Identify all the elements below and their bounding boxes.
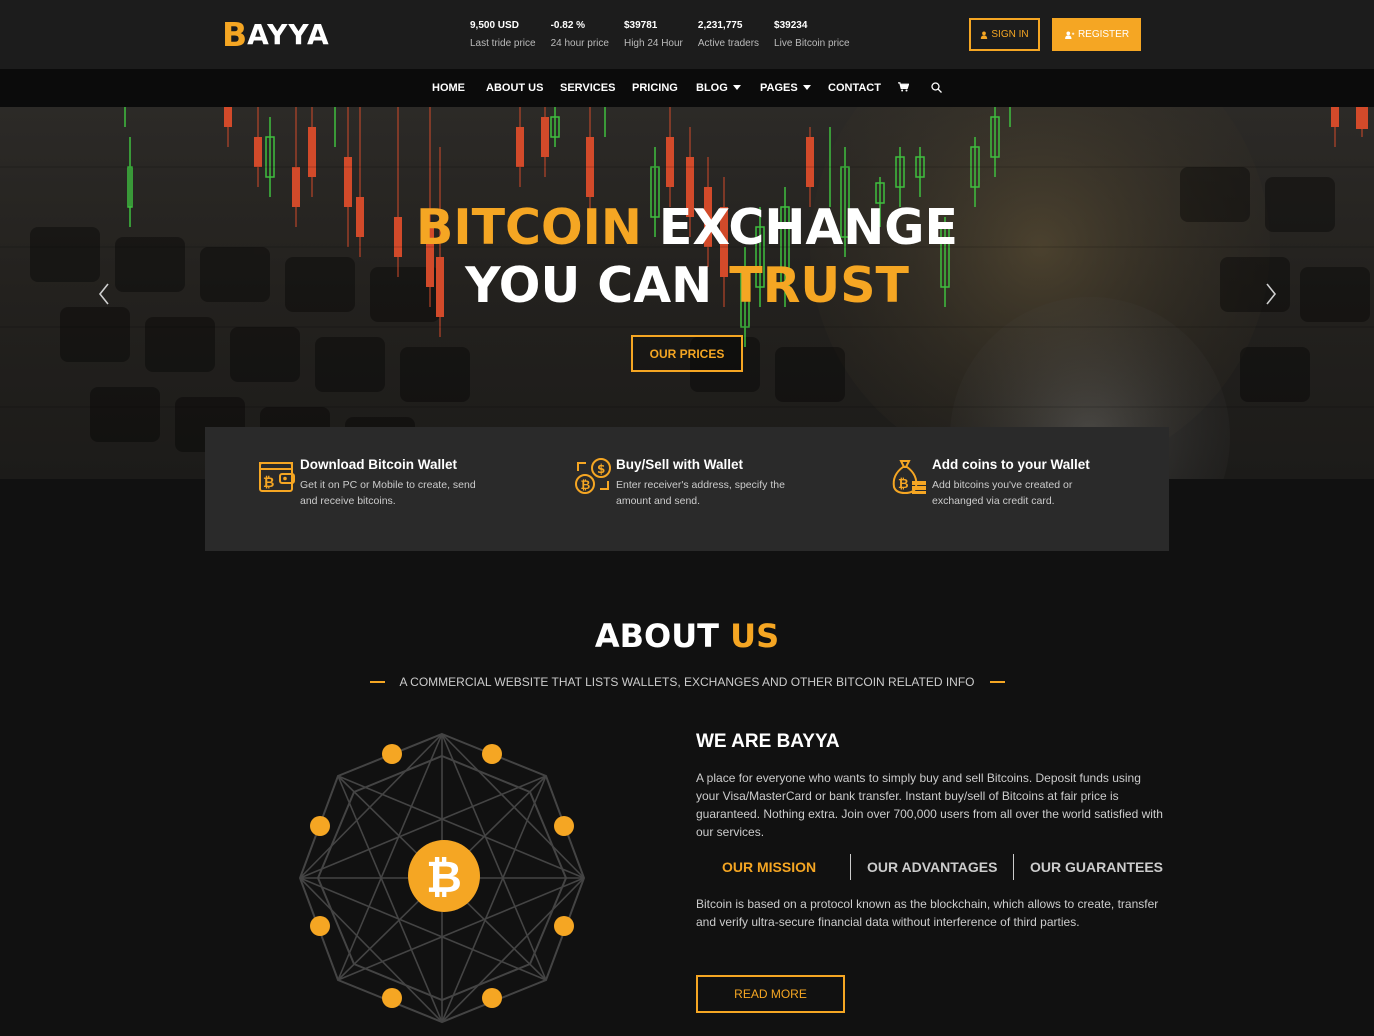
hero-title-line-2: YOU CAN TRUST: [0, 257, 1374, 315]
logo-text: AYYA: [247, 17, 330, 51]
hero-word-trust: TRUST: [729, 257, 909, 314]
svg-text:$: $: [597, 462, 605, 476]
register-button[interactable]: REGISTER: [1052, 18, 1141, 51]
exchange-icon: $ ₿: [575, 458, 611, 494]
we-are-paragraph: A place for everyone who wants to simply…: [696, 771, 1163, 839]
stat-active-traders: 2,231,775 Active traders: [698, 19, 759, 50]
tab-divider: [1013, 854, 1014, 880]
hero-word-bitcoin: BITCOIN: [415, 199, 642, 256]
main-nav: HOME ABOUT US SERVICES PRICING BLOG PAGE…: [0, 69, 1374, 107]
nav-item-about-us[interactable]: ABOUT US: [486, 81, 543, 95]
market-stats: 9,500 USD Last tride price -0.82 % 24 ho…: [470, 19, 865, 50]
caret-down-icon: [802, 85, 811, 90]
nav-item-blog[interactable]: BLOG: [696, 81, 741, 95]
features-panel: ₿ Download Bitcoin Wallet Get it on PC o…: [205, 427, 1169, 551]
svg-text:₿: ₿: [263, 475, 274, 491]
sign-in-button[interactable]: SIGN IN: [969, 18, 1040, 51]
feature-description: Get it on PC or Mobile to create, send a…: [300, 479, 476, 507]
feature-description: Enter receiver's address, specify the am…: [616, 479, 785, 507]
our-prices-button[interactable]: OUR PRICES: [631, 335, 743, 372]
stat-label: Live Bitcoin price: [774, 38, 850, 49]
about-title-orange: US: [730, 617, 780, 655]
stat-value: $39781: [623, 20, 658, 31]
stat-label: Active traders: [697, 38, 760, 49]
nav-item-pages-label: PAGES: [760, 82, 798, 94]
logo-bitcoin-letter: B: [222, 14, 248, 54]
hero-words-you-can: YOU CAN: [465, 257, 713, 314]
read-more-button[interactable]: READ MORE: [696, 975, 845, 1013]
nav-item-pages[interactable]: PAGES: [760, 81, 811, 95]
user-plus-icon: [1065, 31, 1075, 39]
subtitle-dash-right: [989, 681, 1005, 683]
stat-24h-change: -0.82 % 24 hour price: [551, 19, 609, 50]
tab-our-advantages[interactable]: OUR ADVANTAGES: [867, 859, 997, 875]
stat-label: 24 hour price: [550, 38, 609, 49]
stat-value: $39234: [774, 20, 808, 31]
stat-last-price: 9,500 USD Last tride price: [470, 19, 536, 50]
wallet-icon: ₿: [259, 462, 295, 492]
stat-value: 2,231,775: [697, 20, 743, 31]
user-icon: [981, 31, 988, 39]
logo[interactable]: B AYYA: [222, 16, 330, 52]
about-subtitle-text: A COMMERCIAL WEBSITE THAT LISTS WALLETS,…: [399, 675, 975, 689]
feature-description: Add bitcoins you've created or exchanged…: [932, 479, 1073, 507]
stat-value: 9,500 USD: [470, 20, 519, 31]
about-title-white: ABOUT: [594, 617, 719, 655]
top-bar: B AYYA 9,500 USD Last tride price -0.82 %…: [0, 0, 1374, 69]
feature-title: Download Bitcoin Wallet: [300, 457, 457, 472]
feature-title: Buy/Sell with Wallet: [616, 457, 744, 472]
nav-item-blog-label: BLOG: [696, 82, 728, 94]
tab-our-mission[interactable]: OUR MISSION: [722, 859, 816, 875]
search-icon[interactable]: [931, 82, 942, 97]
chevron-left-icon[interactable]: [94, 282, 114, 306]
sign-in-label: SIGN IN: [991, 29, 1029, 40]
tab-content: Bitcoin is based on a protocol known as …: [696, 897, 1159, 929]
bitcoin-symbol-icon: ₿: [426, 852, 462, 903]
svg-text:₿: ₿: [898, 477, 909, 492]
nav-item-contact[interactable]: CONTACT: [828, 81, 881, 95]
hero-slider: BITCOIN EXCHANGE YOU CAN TRUST OUR PRICE…: [0, 107, 1374, 479]
nav-item-pricing[interactable]: PRICING: [632, 81, 678, 95]
about-section-title: ABOUT US: [0, 616, 1374, 656]
register-label: REGISTER: [1077, 29, 1130, 40]
stat-live-price: $39234 Live Bitcoin price: [774, 19, 850, 50]
stat-value: -0.82 %: [550, 20, 586, 31]
cart-icon[interactable]: [898, 82, 910, 96]
stat-label: Last tride price: [470, 38, 536, 49]
stat-24h-high: $39781 High 24 Hour: [624, 19, 683, 50]
chevron-right-icon[interactable]: [1261, 282, 1281, 306]
nav-item-home[interactable]: HOME: [432, 81, 465, 95]
hero-title-line-1: BITCOIN EXCHANGE: [0, 199, 1374, 257]
stat-label: High 24 Hour: [623, 38, 683, 49]
tab-divider: [850, 854, 851, 880]
hero-word-exchange: EXCHANGE: [658, 199, 959, 256]
about-tabs: OUR MISSION OUR ADVANTAGES OUR GUARANTEE…: [696, 854, 1176, 880]
we-are-title: WE ARE BAYYA: [696, 731, 840, 752]
nav-item-services[interactable]: SERVICES: [560, 81, 615, 95]
subtitle-dash-left: [369, 681, 385, 683]
about-subtitle: A COMMERCIAL WEBSITE THAT LISTS WALLETS,…: [0, 675, 1374, 689]
svg-text:₿: ₿: [581, 478, 591, 492]
money-bag-icon: ₿: [892, 460, 926, 495]
caret-down-icon: [732, 85, 741, 90]
tab-our-guarantees[interactable]: OUR GUARANTEES: [1030, 859, 1163, 875]
bitcoin-network-illustration: ₿: [298, 732, 586, 1024]
feature-title: Add coins to your Wallet: [932, 457, 1090, 472]
